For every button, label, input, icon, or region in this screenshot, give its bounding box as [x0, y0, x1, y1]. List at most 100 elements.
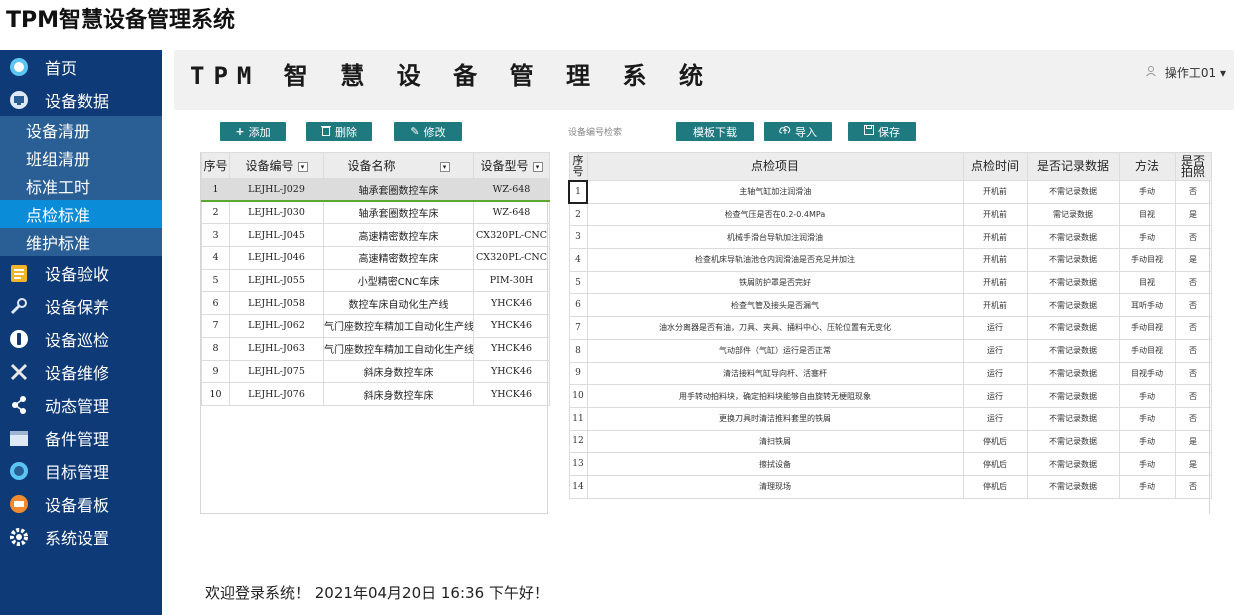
nav-target[interactable]: 目标管理 — [0, 454, 162, 487]
home-icon — [8, 56, 30, 78]
nav-label: 备件管理 — [45, 429, 110, 449]
table-cell: 数控车床自动化生产线 — [323, 291, 474, 316]
submenu-item[interactable]: 维护标准 — [0, 228, 162, 256]
column-header[interactable]: 设备名称 ▾ — [323, 152, 474, 179]
nav-label: 设备巡检 — [45, 330, 110, 350]
table-cell: 开机前 — [962, 180, 1028, 204]
nav-settings[interactable]: 系统设置 — [0, 520, 162, 553]
table-header-row: 序号 设备编号 ▾ 设备名称 ▾ 设备型号 ▾ — [201, 152, 550, 179]
table-cell: 气门座数控车精加工自动化生产线 — [323, 336, 474, 361]
table-row[interactable]: 5 铁屑防护罩是否完好 开机前 不需记录数据 目视否 — [568, 270, 1212, 295]
template-download-button[interactable]: 模板下载 — [676, 122, 754, 141]
table-row[interactable]: 5 LEJHL-J055 小型精密CNC车床 PIM-30H — [201, 268, 550, 293]
nav-spare-parts[interactable]: 备件管理 — [0, 421, 162, 454]
add-button[interactable]: + 添加 — [220, 122, 286, 141]
table-row[interactable]: 10 用手转动拍料块，确定拍料块能够自由旋转无梗阻现象 运行 不需记录数据 手动否 — [568, 384, 1212, 408]
inspection-table: 序号 点检项目 点检时间 是否记录数据 方法 是否拍照 1 主轴气缸加注润滑油 开机… — [568, 152, 1212, 499]
table-row[interactable]: 6 检查气管及接头是否漏气 开机前 不需记录数据 耳听手动否 — [568, 293, 1212, 318]
table-cell: 8 — [568, 338, 588, 363]
nav-inspection[interactable]: 设备巡检 — [0, 322, 162, 355]
table-cell: 开机前 — [962, 202, 1028, 227]
table-cell: 不需记录数据 — [1026, 270, 1120, 295]
submenu-item[interactable]: 设备清册 — [0, 116, 162, 144]
table-cell: LEJHL-J046 — [229, 246, 324, 270]
edit-label: 修改 — [423, 125, 446, 139]
table-cell: 停机后 — [962, 429, 1028, 454]
table-cell: 5 — [201, 268, 230, 293]
table-row[interactable]: 9 LEJHL-J075 斜床身数控车床 YHCK46 — [201, 359, 550, 384]
table-row[interactable]: 12 清扫铁屑 停机后 不需记录数据 手动是 — [568, 429, 1212, 454]
table-row[interactable]: 8 气动部件（气缸）运行是否正常 运行 不需记录数据 手动目视否 — [568, 338, 1212, 363]
submenu-item[interactable]: 班组清册 — [0, 144, 162, 172]
import-button[interactable]: 导入 — [764, 122, 832, 141]
table-row[interactable]: 7 LEJHL-J062 气门座数控车精加工自动化生产线 YHCK46 — [201, 314, 550, 338]
table-cell: 不需记录数据 — [1026, 452, 1120, 476]
table-cell: 铁屑防护罩是否完好 — [586, 270, 964, 295]
trash-icon — [321, 125, 331, 139]
nav-dynamic[interactable]: 动态管理 — [0, 388, 162, 421]
nav-acceptance[interactable]: 设备验收 — [0, 256, 162, 289]
table-cell: YHCK46 — [473, 291, 550, 316]
table-row[interactable]: 2 LEJHL-J030 轴承套圈数控车床 WZ-648 — [201, 200, 550, 225]
column-header: 点检时间 — [962, 152, 1028, 181]
user-menu[interactable]: 操作工01 ▾ — [1145, 64, 1226, 81]
filter-dropdown-icon[interactable]: ▾ — [439, 161, 450, 172]
table-cell: 4 — [201, 246, 230, 270]
page-title: TPM智慧设备管理系统 — [6, 8, 236, 33]
table-cell: 手动目视 — [1118, 248, 1176, 272]
table-row[interactable]: 1 主轴气缸加注润滑油 开机前 不需记录数据 手动否 — [568, 179, 1212, 205]
table-row[interactable]: 9 清洁接料气缸导向杆、活塞杆 运行 不需记录数据 目视手动否 — [568, 361, 1212, 386]
filter-dropdown-icon[interactable]: ▾ — [532, 161, 543, 172]
table-cell: 13 — [568, 452, 588, 476]
delete-button[interactable]: 删除 — [306, 122, 372, 141]
table-row[interactable]: 14 清理现场 停机后 不需记录数据 手动否 — [568, 474, 1212, 499]
pencil-icon: ✎ — [410, 125, 420, 138]
column-header: 是否拍照 — [1174, 152, 1212, 181]
table-cell: CX320PL-CNC — [473, 223, 550, 248]
column-header[interactable]: 设备编号 ▾ — [229, 152, 324, 179]
table-row[interactable]: 3 LEJHL-J045 高速精密数控车床 CX320PL-CNC — [201, 223, 550, 248]
column-header[interactable]: 设备型号 ▾ — [473, 152, 550, 179]
table-row[interactable]: 11 更换刀具时清洁推料套里的铁屑 运行 不需记录数据 手动否 — [568, 406, 1212, 431]
table-row[interactable]: 13 擦拭设备 停机后 不需记录数据 手动是 — [568, 452, 1212, 476]
table-cell: 气动部件（气缸）运行是否正常 — [586, 338, 964, 363]
nav-maintenance[interactable]: 设备保养 — [0, 289, 162, 322]
table-row[interactable]: 3 机械手滑台导轨加注润滑油 开机前 不需记录数据 手动否 — [568, 225, 1212, 250]
table-row[interactable]: 1 LEJHL-J029 轴承套圈数控车床 WZ-648 — [201, 178, 550, 202]
nav-equipment-data[interactable]: 设备数据 — [0, 83, 162, 116]
save-button[interactable]: 保存 — [848, 122, 916, 141]
table-cell: 手动 — [1118, 180, 1176, 204]
table-row[interactable]: 8 LEJHL-J063 气门座数控车精加工自动化生产线 YHCK46 — [201, 336, 550, 361]
nav-repair[interactable]: 设备维修 — [0, 355, 162, 388]
table-row[interactable]: 2 检查气压是否在0.2-0.4MPa 开机前 需记录数据 目视是 — [568, 202, 1212, 227]
sidebar: 首页 设备数据 设备清册 班组清册 标准工时 点检标准 维护标准 设备验收 设备… — [0, 50, 162, 615]
table-cell: 否 — [1174, 406, 1212, 431]
edit-button[interactable]: ✎ 修改 — [394, 122, 462, 141]
table-cell: 检查气管及接头是否漏气 — [586, 293, 964, 318]
table-row[interactable]: 4 检查机床导轨油池仓内润滑油是否充足并加注 开机前 不需记录数据 手动目视是 — [568, 248, 1212, 272]
welcome-message: 欢迎登录系统！ 2021年04月20日 16:36 下午好！ — [205, 584, 549, 602]
table-cell: 10 — [201, 382, 230, 406]
nav-label: 目标管理 — [45, 462, 110, 482]
table-cell: 手动目视 — [1118, 338, 1176, 363]
table-row[interactable]: 7 油水分离器是否有油，刀具、夹具、捅料中心、压轮位置有无变化 运行 不需记录数据 手动… — [568, 316, 1212, 340]
table-cell: 否 — [1174, 293, 1212, 318]
maintenance-icon — [8, 295, 30, 317]
table-row[interactable]: 6 LEJHL-J058 数控车床自动化生产线 YHCK46 — [201, 291, 550, 316]
table-cell: 小型精密CNC车床 — [323, 268, 474, 293]
nav-label: 系统设置 — [45, 528, 110, 548]
table-cell: 不需记录数据 — [1026, 406, 1120, 431]
submenu-item-active[interactable]: 点检标准 — [0, 200, 162, 228]
upload-icon — [779, 125, 791, 138]
table-row[interactable]: 10 LEJHL-J076 斜床身数控车床 YHCK46 — [201, 382, 550, 406]
table-cell: LEJHL-J045 — [229, 223, 324, 248]
table-cell: 目视手动 — [1118, 361, 1176, 386]
nav-home[interactable]: 首页 — [0, 50, 162, 83]
submenu-item[interactable]: 标准工时 — [0, 172, 162, 200]
filter-dropdown-icon[interactable]: ▾ — [297, 161, 308, 172]
table-cell: 不需记录数据 — [1026, 429, 1120, 454]
table-row[interactable]: 4 LEJHL-J046 高速精密数控车床 CX320PL-CNC — [201, 246, 550, 270]
monitor-icon — [8, 89, 30, 111]
table-cell: 2 — [568, 202, 588, 227]
nav-dashboard[interactable]: 设备看板 — [0, 487, 162, 520]
